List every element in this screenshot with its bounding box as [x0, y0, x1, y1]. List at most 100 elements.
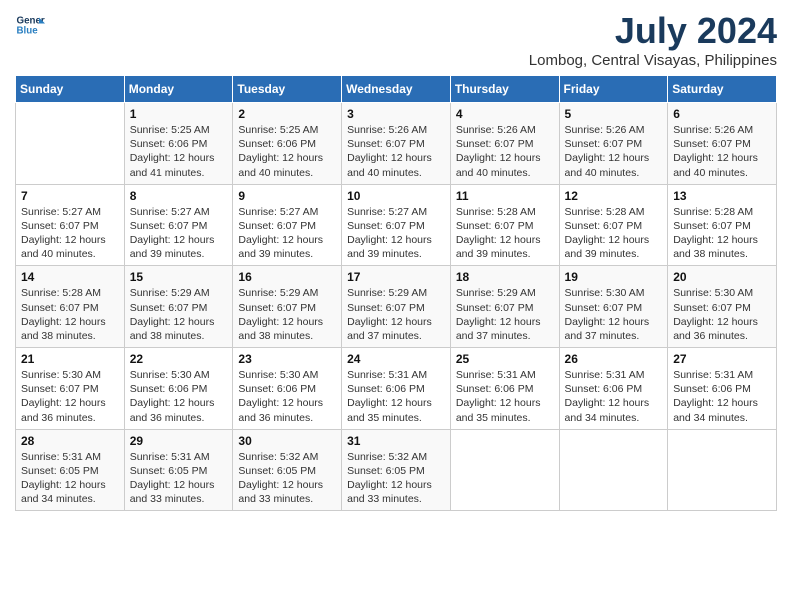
day-info: Sunrise: 5:26 AMSunset: 6:07 PMDaylight:…	[456, 123, 554, 180]
calendar-week-row: 14 Sunrise: 5:28 AMSunset: 6:07 PMDayligh…	[16, 266, 777, 348]
day-info: Sunrise: 5:28 AMSunset: 6:07 PMDaylight:…	[565, 205, 663, 262]
calendar-day-cell: 4 Sunrise: 5:26 AMSunset: 6:07 PMDaylight…	[450, 103, 559, 185]
day-info: Sunrise: 5:27 AMSunset: 6:07 PMDaylight:…	[347, 205, 445, 262]
calendar-day-cell: 22Sunrise: 5:30 AMSunset: 6:06 PMDayligh…	[124, 348, 233, 430]
day-info: Sunrise: 5:26 AMSunset: 6:07 PMDaylight:…	[347, 123, 445, 180]
calendar-body: 1 Sunrise: 5:25 AMSunset: 6:06 PMDaylight…	[16, 103, 777, 511]
day-number: 2	[238, 107, 336, 121]
calendar-day-cell: 12 Sunrise: 5:28 AMSunset: 6:07 PMDayligh…	[559, 184, 668, 266]
calendar-day-cell: 27Sunrise: 5:31 AMSunset: 6:06 PMDayligh…	[668, 348, 777, 430]
day-info: Sunrise: 5:29 AMSunset: 6:07 PMDaylight:…	[238, 286, 336, 343]
day-number: 20	[673, 270, 771, 284]
calendar-week-row: 1 Sunrise: 5:25 AMSunset: 6:06 PMDaylight…	[16, 103, 777, 185]
day-info: Sunrise: 5:25 AMSunset: 6:06 PMDaylight:…	[130, 123, 228, 180]
calendar-day-cell: 29 Sunrise: 5:31 AMSunset: 6:05 PMDayligh…	[124, 429, 233, 511]
day-info: Sunrise: 5:31 AMSunset: 6:06 PMDaylight:…	[673, 368, 771, 425]
calendar-day-cell: 17 Sunrise: 5:29 AMSunset: 6:07 PMDayligh…	[342, 266, 451, 348]
calendar-day-cell: 7 Sunrise: 5:27 AMSunset: 6:07 PMDaylight…	[16, 184, 125, 266]
day-number: 18	[456, 270, 554, 284]
day-number: 9	[238, 189, 336, 203]
calendar-day-cell: 6Sunrise: 5:26 AMSunset: 6:07 PMDaylight…	[668, 103, 777, 185]
calendar-table: SundayMondayTuesdayWednesdayThursdayFrid…	[15, 75, 777, 511]
day-number: 16	[238, 270, 336, 284]
weekday-header-cell: Saturday	[668, 76, 777, 103]
calendar-day-cell: 25 Sunrise: 5:31 AMSunset: 6:06 PMDayligh…	[450, 348, 559, 430]
day-number: 8	[130, 189, 228, 203]
day-info: Sunrise: 5:31 AMSunset: 6:05 PMDaylight:…	[21, 450, 119, 507]
day-number: 25	[456, 352, 554, 366]
calendar-day-cell: 1 Sunrise: 5:25 AMSunset: 6:06 PMDaylight…	[124, 103, 233, 185]
day-number: 10	[347, 189, 445, 203]
calendar-day-cell: 19 Sunrise: 5:30 AMSunset: 6:07 PMDayligh…	[559, 266, 668, 348]
day-info: Sunrise: 5:30 AMSunset: 6:07 PMDaylight:…	[565, 286, 663, 343]
day-info: Sunrise: 5:25 AMSunset: 6:06 PMDaylight:…	[238, 123, 336, 180]
day-number: 5	[565, 107, 663, 121]
calendar-day-cell: 31 Sunrise: 5:32 AMSunset: 6:05 PMDayligh…	[342, 429, 451, 511]
calendar-header: SundayMondayTuesdayWednesdayThursdayFrid…	[16, 76, 777, 103]
calendar-day-cell: 28 Sunrise: 5:31 AMSunset: 6:05 PMDayligh…	[16, 429, 125, 511]
day-number: 26	[565, 352, 663, 366]
calendar-day-cell: 2 Sunrise: 5:25 AMSunset: 6:06 PMDaylight…	[233, 103, 342, 185]
day-number: 19	[565, 270, 663, 284]
day-info: Sunrise: 5:27 AMSunset: 6:07 PMDaylight:…	[21, 205, 119, 262]
day-info: Sunrise: 5:29 AMSunset: 6:07 PMDaylight:…	[130, 286, 228, 343]
weekday-header-cell: Thursday	[450, 76, 559, 103]
calendar-day-cell: 23 Sunrise: 5:30 AMSunset: 6:06 PMDayligh…	[233, 348, 342, 430]
day-info: Sunrise: 5:29 AMSunset: 6:07 PMDaylight:…	[456, 286, 554, 343]
day-number: 28	[21, 434, 119, 448]
day-info: Sunrise: 5:30 AMSunset: 6:07 PMDaylight:…	[673, 286, 771, 343]
day-number: 11	[456, 189, 554, 203]
day-number: 23	[238, 352, 336, 366]
calendar-day-cell: 10 Sunrise: 5:27 AMSunset: 6:07 PMDayligh…	[342, 184, 451, 266]
calendar-day-cell: 26Sunrise: 5:31 AMSunset: 6:06 PMDayligh…	[559, 348, 668, 430]
calendar-day-cell: 13Sunrise: 5:28 AMSunset: 6:07 PMDayligh…	[668, 184, 777, 266]
day-number: 31	[347, 434, 445, 448]
calendar-day-cell	[450, 429, 559, 511]
day-info: Sunrise: 5:30 AMSunset: 6:06 PMDaylight:…	[238, 368, 336, 425]
calendar-day-cell: 11Sunrise: 5:28 AMSunset: 6:07 PMDayligh…	[450, 184, 559, 266]
day-number: 7	[21, 189, 119, 203]
calendar-week-row: 7 Sunrise: 5:27 AMSunset: 6:07 PMDaylight…	[16, 184, 777, 266]
page-subtitle: Lombog, Central Visayas, Philippines	[529, 52, 777, 69]
weekday-header-cell: Tuesday	[233, 76, 342, 103]
day-info: Sunrise: 5:26 AMSunset: 6:07 PMDaylight:…	[673, 123, 771, 180]
day-number: 30	[238, 434, 336, 448]
day-info: Sunrise: 5:30 AMSunset: 6:06 PMDaylight:…	[130, 368, 228, 425]
calendar-day-cell: 24Sunrise: 5:31 AMSunset: 6:06 PMDayligh…	[342, 348, 451, 430]
calendar-day-cell	[559, 429, 668, 511]
calendar-day-cell: 30Sunrise: 5:32 AMSunset: 6:05 PMDayligh…	[233, 429, 342, 511]
day-number: 14	[21, 270, 119, 284]
day-info: Sunrise: 5:27 AMSunset: 6:07 PMDaylight:…	[238, 205, 336, 262]
calendar-day-cell: 3 Sunrise: 5:26 AMSunset: 6:07 PMDaylight…	[342, 103, 451, 185]
day-number: 12	[565, 189, 663, 203]
calendar-day-cell	[16, 103, 125, 185]
day-number: 1	[130, 107, 228, 121]
day-info: Sunrise: 5:31 AMSunset: 6:06 PMDaylight:…	[456, 368, 554, 425]
weekday-header-cell: Sunday	[16, 76, 125, 103]
svg-text:Blue: Blue	[17, 25, 39, 36]
calendar-day-cell: 8Sunrise: 5:27 AMSunset: 6:07 PMDaylight…	[124, 184, 233, 266]
calendar-day-cell: 21Sunrise: 5:30 AMSunset: 6:07 PMDayligh…	[16, 348, 125, 430]
calendar-day-cell: 15Sunrise: 5:29 AMSunset: 6:07 PMDayligh…	[124, 266, 233, 348]
day-info: Sunrise: 5:28 AMSunset: 6:07 PMDaylight:…	[21, 286, 119, 343]
calendar-day-cell: 16 Sunrise: 5:29 AMSunset: 6:07 PMDayligh…	[233, 266, 342, 348]
page-title: July 2024	[529, 10, 777, 52]
day-number: 29	[130, 434, 228, 448]
calendar-day-cell: 9 Sunrise: 5:27 AMSunset: 6:07 PMDaylight…	[233, 184, 342, 266]
day-info: Sunrise: 5:26 AMSunset: 6:07 PMDaylight:…	[565, 123, 663, 180]
logo-icon: General Blue	[15, 10, 45, 40]
weekday-header-cell: Friday	[559, 76, 668, 103]
day-info: Sunrise: 5:29 AMSunset: 6:07 PMDaylight:…	[347, 286, 445, 343]
day-number: 17	[347, 270, 445, 284]
logo: General Blue	[15, 10, 45, 40]
day-info: Sunrise: 5:31 AMSunset: 6:05 PMDaylight:…	[130, 450, 228, 507]
day-number: 4	[456, 107, 554, 121]
calendar-week-row: 21Sunrise: 5:30 AMSunset: 6:07 PMDayligh…	[16, 348, 777, 430]
calendar-day-cell: 5 Sunrise: 5:26 AMSunset: 6:07 PMDaylight…	[559, 103, 668, 185]
day-number: 24	[347, 352, 445, 366]
calendar-day-cell	[668, 429, 777, 511]
day-info: Sunrise: 5:32 AMSunset: 6:05 PMDaylight:…	[347, 450, 445, 507]
title-area: July 2024 Lombog, Central Visayas, Phili…	[529, 10, 777, 69]
weekday-header-cell: Monday	[124, 76, 233, 103]
day-number: 3	[347, 107, 445, 121]
